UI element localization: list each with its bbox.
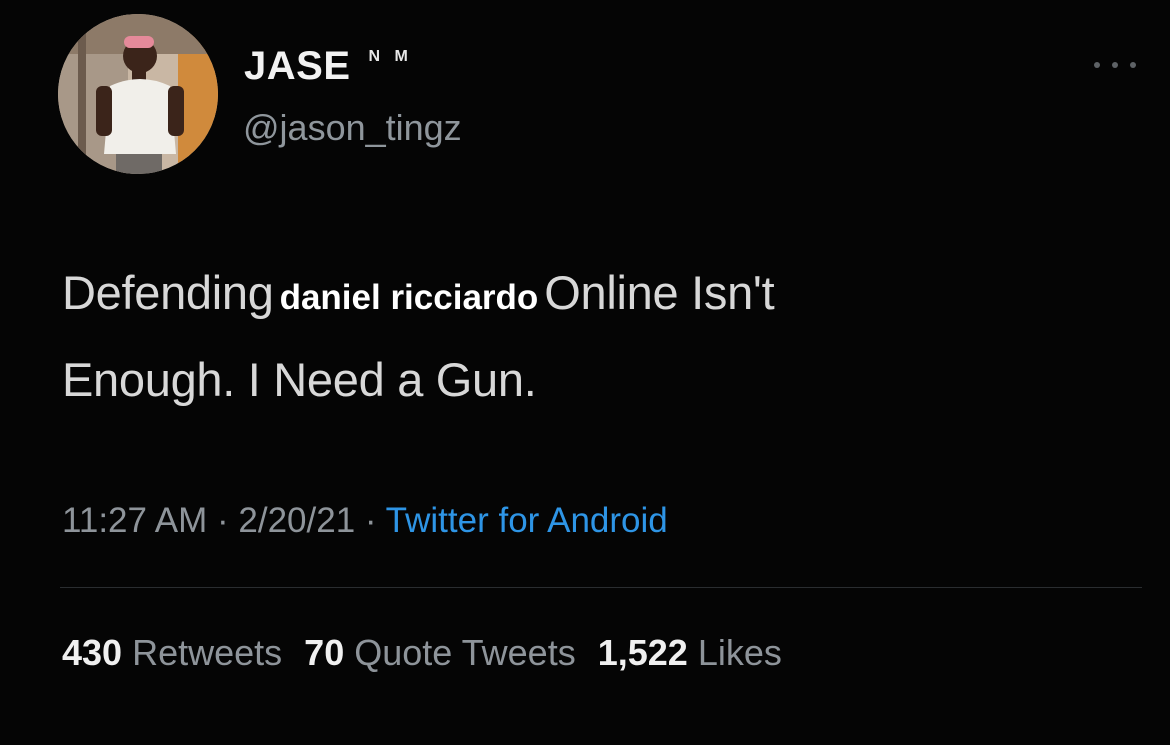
tweet-text-line1-end: Online Isn't — [544, 266, 775, 319]
retweets-count: 430 — [62, 632, 123, 673]
meta-separator: · — [364, 501, 377, 540]
tweet-meta: 11:27 AM · 2/20/21 · Twitter for Android — [62, 498, 668, 544]
likes-stat[interactable]: 1,522 Likes — [598, 632, 782, 673]
user-handle[interactable]: @jason_tingz — [243, 106, 462, 150]
name-row: JASE N M — [244, 42, 413, 90]
dot — [1130, 62, 1136, 68]
quote-tweets-label: Quote Tweets — [354, 632, 576, 673]
overlay-name-text: daniel ricciardo — [279, 278, 539, 317]
profile-photo-icon — [58, 14, 218, 174]
tweet-text: Defending daniel ricciardo Online Isn't En… — [62, 252, 1062, 421]
avatar[interactable] — [58, 14, 218, 174]
divider — [60, 587, 1142, 588]
quote-tweets-stat[interactable]: 70 Quote Tweets — [304, 632, 576, 673]
engagement-stats: 430 Retweets 70 Quote Tweets 1,522 Likes — [62, 630, 804, 676]
source-link[interactable]: Twitter for Android — [386, 501, 668, 540]
likes-count: 1,522 — [597, 632, 688, 673]
dot — [1094, 62, 1100, 68]
tweet-date[interactable]: 2/20/21 — [238, 501, 355, 540]
likes-label: Likes — [697, 632, 782, 673]
retweets-stat[interactable]: 430 Retweets — [62, 632, 282, 673]
meta-separator: · — [217, 501, 229, 540]
tweet-card: JASE N M @jason_tingz Defending daniel ri… — [0, 0, 1170, 745]
tweet-text-start: Defending — [62, 266, 274, 319]
dot — [1112, 62, 1118, 68]
name-suffix: N M — [368, 48, 413, 65]
tweet-time[interactable]: 11:27 AM — [62, 501, 207, 540]
quote-tweets-count: 70 — [304, 632, 345, 673]
display-name[interactable]: JASE — [244, 42, 351, 90]
more-options-icon[interactable] — [1094, 58, 1136, 72]
retweets-label: Retweets — [132, 632, 283, 673]
tweet-text-line2: Enough. I Need a Gun. — [62, 353, 537, 406]
